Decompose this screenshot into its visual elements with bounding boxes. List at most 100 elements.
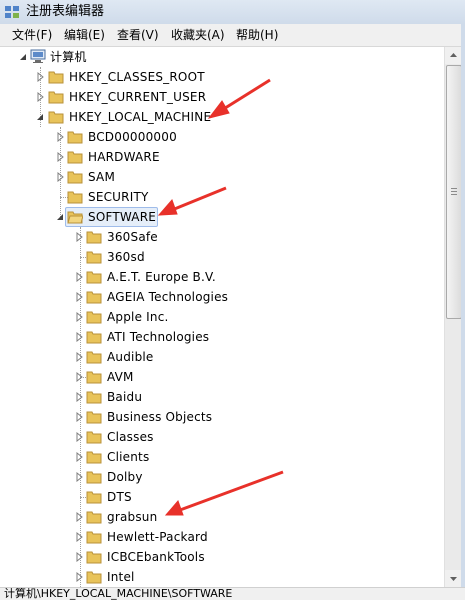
tree-label: HKEY_LOCAL_MACHINE: [69, 110, 212, 124]
window-frame: [461, 24, 465, 599]
expand-arrow-icon[interactable]: [74, 572, 84, 582]
expand-arrow-icon[interactable]: [74, 452, 84, 462]
tree-node-hkey-classes-root[interactable]: HKEY_CLASSES_ROOT: [0, 67, 440, 87]
collapse-arrow-icon[interactable]: [18, 52, 28, 62]
vertical-scrollbar[interactable]: [444, 47, 462, 587]
tree-node-software-child[interactable]: Dolby: [0, 467, 440, 487]
tree-node-hkey-local-machine[interactable]: HKEY_LOCAL_MACHINE: [0, 107, 440, 127]
tree-label: HKEY_CLASSES_ROOT: [69, 70, 205, 84]
folder-icon: [48, 91, 64, 104]
tree-node-software-child[interactable]: ATI Technologies: [0, 327, 440, 347]
tree-node-sam[interactable]: SAM: [0, 167, 440, 187]
expand-arrow-icon[interactable]: [74, 512, 84, 522]
grip-line: [451, 194, 457, 195]
expand-arrow-icon[interactable]: [74, 532, 84, 542]
status-bar: 计算机\HKEY_LOCAL_MACHINE\SOFTWARE: [0, 587, 465, 600]
folder-open-icon: [67, 211, 83, 224]
folder-icon: [86, 371, 102, 384]
tree-node-hardware[interactable]: HARDWARE: [0, 147, 440, 167]
expand-arrow-icon[interactable]: [74, 232, 84, 242]
folder-icon: [86, 451, 102, 464]
expand-arrow-icon[interactable]: [74, 392, 84, 402]
tree-label: Classes: [107, 430, 154, 444]
scroll-down-button[interactable]: [445, 570, 462, 587]
status-path: 计算机\HKEY_LOCAL_MACHINE\SOFTWARE: [4, 587, 233, 600]
grip-line: [451, 188, 457, 189]
expand-arrow-icon[interactable]: [74, 312, 84, 322]
tree-node-software-child[interactable]: 360Safe: [0, 227, 440, 247]
expand-arrow-icon[interactable]: [74, 292, 84, 302]
expand-arrow-icon[interactable]: [35, 72, 45, 82]
regedit-app-icon: [5, 6, 19, 18]
scroll-thumb[interactable]: [446, 65, 462, 319]
tree-node-hkey-current-user[interactable]: HKEY_CURRENT_USER: [0, 87, 440, 107]
menu-file[interactable]: 文件(F): [12, 27, 52, 43]
expand-arrow-icon[interactable]: [55, 132, 65, 142]
menu-help[interactable]: 帮助(H): [236, 27, 278, 43]
registry-tree[interactable]: 计算机 HKEY_CLASSES_ROOT HKEY_CURRENT_USER …: [0, 47, 444, 587]
menu-favorites[interactable]: 收藏夹(A): [171, 27, 225, 43]
tree-node-security[interactable]: SECURITY: [0, 187, 440, 207]
expand-arrow-icon[interactable]: [74, 372, 84, 382]
expand-arrow-icon[interactable]: [74, 552, 84, 562]
menu-view[interactable]: 查看(V): [117, 27, 159, 43]
tree-label: 360Safe: [107, 230, 158, 244]
folder-icon: [86, 231, 102, 244]
tree-node-software-child[interactable]: grabsun: [0, 507, 440, 527]
tree-label: A.E.T. Europe B.V.: [107, 270, 216, 284]
tree-node-software-child[interactable]: Intel: [0, 567, 440, 587]
tree-label: DTS: [107, 490, 132, 504]
folder-icon: [86, 571, 102, 584]
tree-node-software-child[interactable]: AVM: [0, 367, 440, 387]
tree-node-bcd[interactable]: BCD00000000: [0, 127, 440, 147]
tree-node-software-child[interactable]: Business Objects: [0, 407, 440, 427]
tree-node-software-child[interactable]: Hewlett-Packard: [0, 527, 440, 547]
tree-label: Hewlett-Packard: [107, 530, 208, 544]
expand-arrow-icon[interactable]: [55, 172, 65, 182]
expand-arrow-icon[interactable]: [74, 412, 84, 422]
expand-arrow-icon[interactable]: [74, 272, 84, 282]
tree-node-software-child[interactable]: AGEIA Technologies: [0, 287, 440, 307]
tree-label: ICBCEbankTools: [107, 550, 205, 564]
tree-label: SOFTWARE: [88, 210, 157, 224]
folder-icon: [86, 511, 102, 524]
tree-node-software-child[interactable]: Apple Inc.: [0, 307, 440, 327]
tree-node-software-child[interactable]: Clients: [0, 447, 440, 467]
tree-label: SAM: [88, 170, 116, 184]
tree-node-software-child[interactable]: Audible: [0, 347, 440, 367]
collapse-arrow-icon[interactable]: [35, 112, 45, 122]
expand-arrow-icon[interactable]: [35, 92, 45, 102]
tree-node-software-child[interactable]: Classes: [0, 427, 440, 447]
tree-label: AVM: [107, 370, 134, 384]
tree-node-software[interactable]: SOFTWARE: [0, 207, 440, 227]
folder-icon: [86, 251, 102, 264]
tree-label: 360sd: [107, 250, 145, 264]
expand-arrow-icon[interactable]: [74, 332, 84, 342]
menu-edit[interactable]: 编辑(E): [64, 27, 105, 43]
expand-arrow-icon[interactable]: [74, 352, 84, 362]
tree-node-software-child[interactable]: 360sd: [0, 247, 440, 267]
tree-label: Dolby: [107, 470, 143, 484]
tree-node-computer[interactable]: 计算机: [0, 47, 440, 67]
expand-arrow-icon[interactable]: [55, 152, 65, 162]
folder-icon: [86, 551, 102, 564]
expand-arrow-icon[interactable]: [74, 472, 84, 482]
tree-node-software-child[interactable]: ICBCEbankTools: [0, 547, 440, 567]
scroll-up-button[interactable]: [445, 47, 462, 64]
folder-icon: [86, 411, 102, 424]
folder-icon: [48, 71, 64, 84]
tree-node-software-child[interactable]: DTS: [0, 487, 440, 507]
tree-node-software-child[interactable]: A.E.T. Europe B.V.: [0, 267, 440, 287]
menu-bar: 文件(F) 编辑(E) 查看(V) 收藏夹(A) 帮助(H): [0, 24, 465, 47]
tree-label: SECURITY: [88, 190, 149, 204]
folder-icon: [86, 531, 102, 544]
tree-label: HKEY_CURRENT_USER: [69, 90, 207, 104]
tree-node-software-child[interactable]: Baidu: [0, 387, 440, 407]
collapse-arrow-icon[interactable]: [55, 212, 65, 222]
expand-arrow-icon[interactable]: [74, 432, 84, 442]
folder-icon: [86, 271, 102, 284]
folder-icon: [67, 131, 83, 144]
folder-icon: [86, 431, 102, 444]
folder-icon: [86, 311, 102, 324]
folder-icon: [67, 191, 83, 204]
